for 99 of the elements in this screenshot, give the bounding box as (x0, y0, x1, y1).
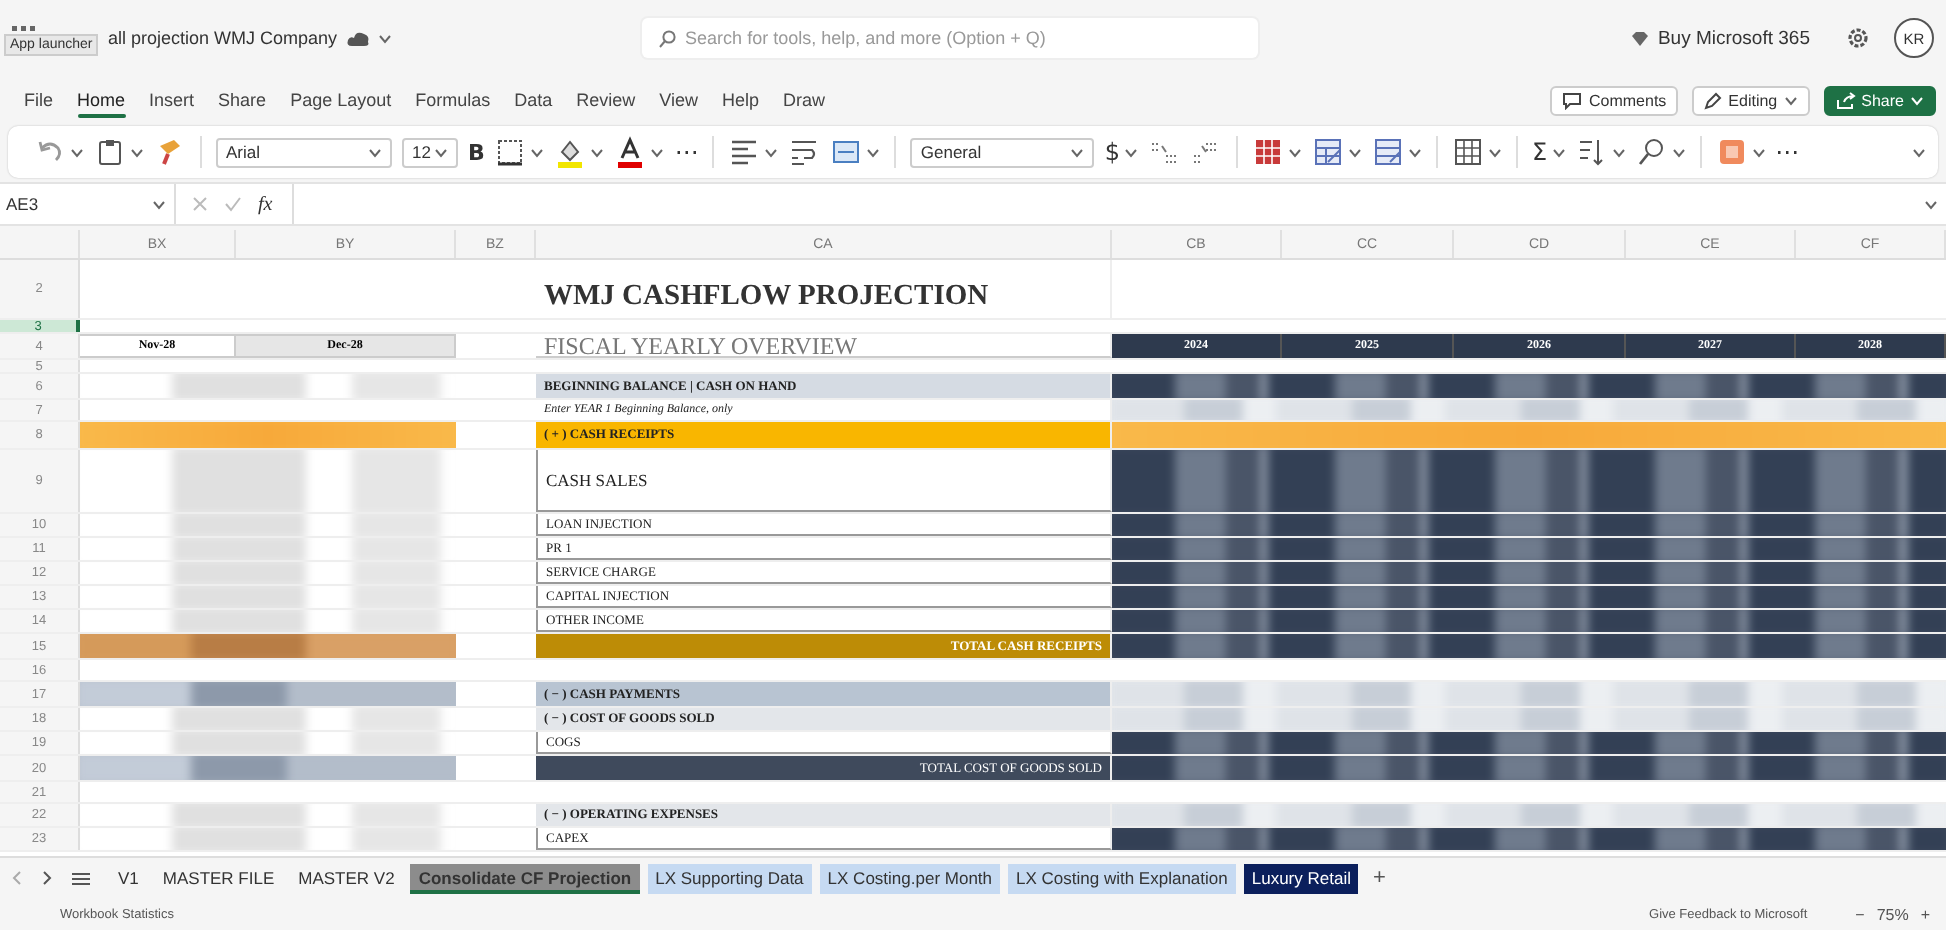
menu-tab[interactable]: Formulas (403, 84, 503, 116)
sort-filter-icon (1575, 136, 1608, 168)
caret-icon (1551, 147, 1566, 157)
caret-icon (368, 147, 382, 157)
caret-icon (1751, 147, 1766, 157)
menu-icon[interactable] (72, 871, 90, 885)
buy-link[interactable]: Buy Microsoft 365 (1629, 27, 1810, 49)
sheet-tab[interactable]: Luxury Retail (1243, 863, 1359, 893)
menu-tab[interactable]: Review (564, 84, 648, 116)
check-icon[interactable] (224, 196, 242, 212)
menu-tab[interactable]: File (12, 84, 66, 116)
zoom-level[interactable]: 75% (1876, 905, 1909, 923)
menu-tab[interactable]: Page Layout (278, 84, 404, 116)
font-size-dropdown[interactable]: 12 (402, 137, 458, 167)
caret-icon[interactable] (377, 33, 392, 43)
pencil-icon (1704, 91, 1723, 109)
caret-icon (866, 147, 881, 157)
share-button[interactable]: Share (1823, 85, 1936, 115)
caret-icon (1348, 147, 1363, 157)
caret-icon (1070, 147, 1085, 157)
cloud-icon (345, 29, 370, 47)
toolbar-button[interactable]: $ (1104, 140, 1139, 164)
sheet-tab[interactable]: LX Costing.per Month (819, 863, 1001, 893)
clipboard-icon (94, 136, 126, 168)
caret-icon (1124, 147, 1139, 157)
zoom-out-button[interactable]: − (1855, 905, 1865, 923)
expand-icon[interactable] (1924, 199, 1938, 209)
sheet-tab[interactable]: MASTER V2 (290, 863, 403, 893)
zoom-in-button[interactable]: + (1920, 905, 1930, 923)
search-icon (1635, 136, 1668, 168)
cell-styles-icon (1372, 136, 1405, 168)
menu-tab[interactable]: Insert (137, 84, 207, 116)
toolbar-button[interactable] (1452, 136, 1503, 168)
caret-icon (530, 147, 545, 157)
caret-icon (434, 147, 448, 157)
sheet-tab[interactable]: MASTER FILE (154, 863, 283, 893)
toolbar-button[interactable] (494, 136, 545, 168)
name-box[interactable]: AE3 (0, 184, 176, 224)
add-sheet-button[interactable]: + (1372, 866, 1386, 890)
menu-tab[interactable]: Home (65, 84, 138, 116)
toolbar-button[interactable]: ⋯ (674, 140, 699, 164)
fill-color-icon (554, 136, 587, 168)
share-icon (1835, 91, 1856, 109)
sheet-title: WMJ CASHFLOW PROJECTION (536, 260, 1112, 318)
menu-tab[interactable]: View (647, 84, 711, 116)
table-icon (1312, 136, 1345, 168)
caret-icon (1288, 147, 1303, 157)
sheet-tab[interactable]: V1 (110, 863, 147, 893)
collapse-ribbon-icon[interactable] (1912, 147, 1926, 157)
caret-icon (70, 147, 84, 157)
toolbar-button[interactable]: Σ (1532, 140, 1566, 164)
toolbar-button[interactable]: B (468, 141, 485, 163)
sheet-tab[interactable]: LX Supporting Data (647, 863, 812, 893)
caret-icon (1488, 147, 1503, 157)
insert-function-button[interactable]: fx (258, 193, 273, 215)
caret-icon (1611, 147, 1626, 157)
toolbar-button[interactable] (1635, 136, 1686, 168)
insert-cells-icon (1452, 136, 1485, 168)
settings-icon[interactable] (1846, 26, 1870, 50)
sheet-tab[interactable]: LX Costing with Explanation (1008, 863, 1236, 893)
comments-button[interactable]: Comments (1550, 85, 1679, 115)
toolbar-button[interactable]: ⋯ (1775, 140, 1800, 164)
table-cell: FISCAL YEARLY OVERVIEW (536, 334, 1112, 358)
toolbar-button[interactable] (788, 136, 821, 168)
conditional-format-icon (1252, 136, 1285, 168)
menu-tab[interactable]: Data (502, 84, 565, 116)
table-cell: CASH SALES (536, 450, 1112, 512)
search-field[interactable]: Search for tools, help, and more (Option + Q) (641, 18, 1258, 58)
font-dropdown[interactable]: Arial (216, 137, 392, 167)
merge-cells-icon (830, 136, 863, 168)
wrap-text-icon (788, 136, 821, 168)
caret-icon[interactable] (1783, 95, 1798, 105)
caret-icon (152, 199, 166, 209)
number-format-dropdown[interactable]: General (910, 137, 1095, 167)
toolbar-button[interactable] (1575, 136, 1626, 168)
caret-icon (764, 147, 779, 157)
caret-icon (590, 147, 605, 157)
diamond-icon (1629, 29, 1650, 47)
next-sheet-icon[interactable] (42, 870, 52, 886)
add-ins-icon (1715, 136, 1748, 168)
font-color-icon (614, 136, 647, 168)
search-icon (657, 30, 676, 48)
caret-icon (650, 147, 665, 157)
sheet-tab[interactable]: Consolidate CF Projection (410, 863, 640, 893)
toolbar-button[interactable] (94, 136, 144, 168)
caret-icon (130, 147, 144, 157)
caret-icon (1408, 147, 1423, 157)
toolbar-button[interactable] (728, 136, 779, 168)
align-icon (728, 136, 761, 168)
borders-icon (494, 136, 527, 168)
menu-tab[interactable]: Share (206, 84, 279, 116)
comment-icon (1562, 91, 1583, 109)
menu-tab[interactable]: Draw (771, 84, 838, 116)
toolbar-button[interactable] (614, 136, 665, 168)
menu-tab[interactable]: Help (710, 84, 772, 116)
caret-icon (1671, 147, 1686, 157)
editing-button[interactable]: Editing (1692, 85, 1810, 115)
toolbar-button[interactable] (554, 136, 605, 168)
document-title[interactable]: all projection WMJ Company (108, 28, 338, 48)
